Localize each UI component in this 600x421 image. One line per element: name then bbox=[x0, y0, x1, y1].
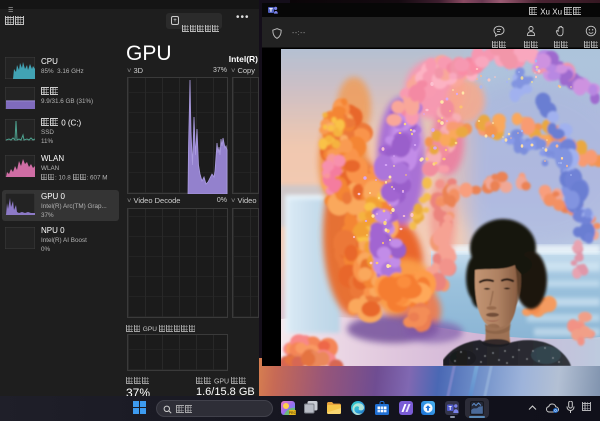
svg-text:PRO: PRO bbox=[289, 411, 296, 415]
